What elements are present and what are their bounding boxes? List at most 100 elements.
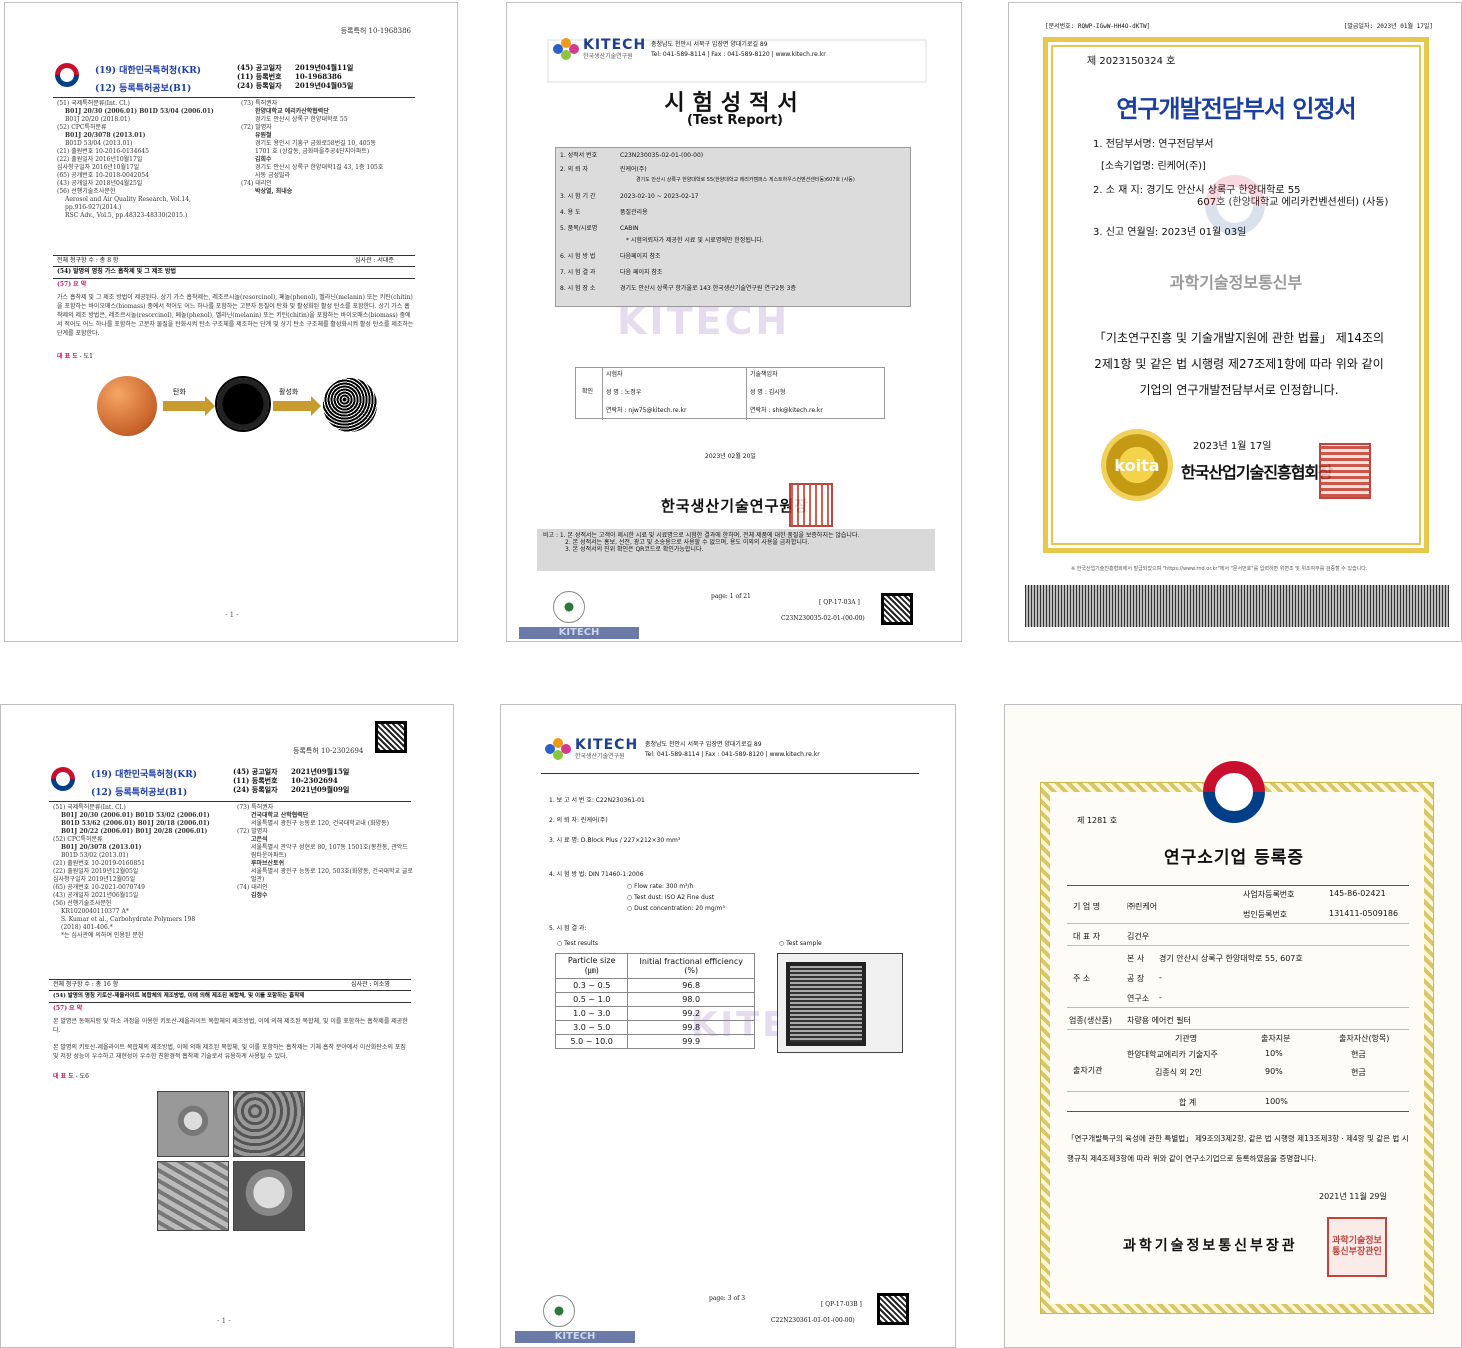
divider (49, 990, 411, 991)
report-code: C22N230361-01-01-(00-00) (771, 1317, 855, 1324)
info-row: * 시험의뢰자가 제공한 시료 및 시료명에만 한정됩니다. (626, 237, 764, 244)
test-report-2[interactable]: KITECH KITECH 한국생산기술연구원 충청남도 천안시 서북구 입장면 … (500, 704, 956, 1348)
investor-1-share: 10% (1265, 1049, 1283, 1058)
qr-code-icon[interactable] (881, 593, 913, 625)
info-row: 6. 시 험 방 법 다음페이지 참조 (560, 253, 661, 260)
test-dust: ○ Test dust: ISO A2 Fine dust (627, 894, 715, 901)
tech-heading: 기술책임자 (750, 371, 778, 378)
meta-row: (11) 등록번호 10-2302694 (233, 776, 338, 785)
page-footer: - 1 - (217, 1317, 231, 1325)
cert-body: 「연구개발특구의 육성에 관한 특별법」 제9조의3제2항, 같은 법 시행령 … (1067, 1134, 1409, 1163)
orange-sphere-image (97, 376, 157, 436)
lab-label: 연구소 (1127, 994, 1150, 1003)
bizno-value: 145-86-02421 (1329, 889, 1386, 898)
kitech-name: KITECH (583, 37, 647, 53)
invention-title: (54) 발명의 명칭 키토산-제올라이트 복합체의 제조방법, 이에 의해 제… (53, 993, 305, 999)
sem-image-a (157, 1091, 229, 1157)
results-table: Particle size (㎛) Initial fractional eff… (554, 953, 755, 1049)
abstract-heading: (57) 요 약 (57, 281, 87, 288)
dust-concentration: ○ Dust concentration: 20 mg/m³ (627, 905, 725, 912)
form-code: [ QP-17-03B ] (821, 1301, 862, 1308)
meta-row: (45) 공고일자 2021년09월15일 (233, 767, 350, 776)
korea-emblem-icon (51, 767, 75, 791)
bizno-label: 사업자등록번호 (1243, 890, 1295, 899)
dept-name: 1. 전담부서명: 연구전담부서 (1093, 139, 1214, 150)
qr-code-icon[interactable] (877, 1293, 909, 1325)
info-row: 3. 시 험 기 간 2023-02-10 ~ 2023-02-17 (560, 193, 699, 200)
flow-rate: ○ Flow rate: 300 m³/h (627, 883, 694, 890)
issuer-name: 한국생산기술연구원장 (661, 497, 810, 515)
abstract-text: 가스 흡착제 및 그 제조 방법이 제공된다. 상기 가스 흡착제는, 레조르시… (57, 294, 414, 337)
report-info-box: 1. 성적서 번호 C23N230035-02-01-(00-00) 2. 의 뢰… (555, 147, 911, 307)
research-company-certificate[interactable]: 제 1281 호 연구소기업 등록증 기 업 명 ㈜린케어 사업자등록번호 14… (1004, 704, 1462, 1348)
divider (53, 255, 415, 256)
kitech-address: 충청남도 천안시 서북구 입장면 양대기로길 89 (651, 41, 768, 48)
rnd-certificate[interactable]: [문서번호: RQWP-IGwW-HH4O-dKTW] [발급일자: 2023년… (1008, 2, 1462, 642)
verification-note: ※ 한국산업기술진흥협회에서 발급되었으며 "https://www.rnd.o… (1071, 566, 1368, 572)
test-method: 4. 시 험 방 법: DIN 71460-1:2006 (549, 871, 644, 878)
ceo-label: 대 표 자 (1073, 932, 1101, 941)
address-label: 주 소 (1073, 974, 1091, 983)
meta-row: (11) 등록번호 10-1968386 (237, 72, 342, 81)
seal-text: 과학기술정보통신부장관인 (1332, 1236, 1382, 1257)
test-report-1[interactable]: KITECH KITECH 한국생산기술연구원 충청남도 천안시 서북구 입장면 … (506, 2, 962, 642)
investor-col-asset: 출자자산(항목) (1339, 1034, 1390, 1043)
report-subtitle: (Test Report) (686, 113, 783, 128)
black-sphere-image (217, 378, 269, 430)
report-number: 1. 보 고 서 번 호: C22N230361-01 (549, 797, 645, 804)
cert-title: 연구개발전담부서 인정서 (1116, 95, 1356, 123)
divider (53, 266, 415, 267)
abstract-text-2: 본 발명의 키토산-제올라이트 복합체의 제조방법, 이에 의해 제조된 복합체… (53, 1044, 406, 1060)
claims-count: 전체 청구항 수 : 총 16 항 (53, 981, 119, 988)
rep-figure-label: 대 표 도 - 도1 (57, 353, 93, 360)
invention-title: (54) 발명의 명칭 가스 흡착제 및 그 제조 방법 (57, 268, 177, 275)
arrow-head-icon (205, 396, 215, 416)
kitech-logo: KITECH 한국생산기술연구원 (545, 737, 638, 761)
business-value: 차량용 에어컨 필터 (1127, 1016, 1191, 1025)
info-row: 2. 의 뢰 자 린케어(주) (560, 166, 647, 173)
korea-emblem-icon (1203, 761, 1265, 823)
cert-issuer: 과학기술정보통신부장관 (1123, 1238, 1298, 1254)
korea-emblem-watermark-icon (1205, 175, 1265, 235)
tester-heading: 시험자 (606, 371, 623, 378)
kitech-logo-icon (553, 38, 579, 60)
company-name: [소속기업명: 린케어(주)] (1101, 161, 1206, 172)
table-row: 3.0 ~ 5.0 99.8 (554, 1020, 755, 1035)
qr-code-icon[interactable] (375, 721, 407, 753)
arrow-label-carbonize: 탄화 (173, 388, 186, 396)
note-3: 3. 본 성적서의 진위 확인은 QR코드로 확인가능합니다. (565, 546, 704, 553)
arrow-head-icon (311, 396, 321, 416)
investor-col-name: 기관명 (1175, 1034, 1198, 1043)
patent-document-2[interactable]: 등록특허 10-2302694 (19) 대한민국특허청(KR) (12) 등록… (0, 704, 454, 1348)
doc-number: [문서번호: RQWP-IGwW-HH4O-dKTW] (1045, 23, 1151, 30)
info-row: 1. 성적서 번호 C23N230035-02-01-(00-00) (560, 152, 704, 159)
pub-type: (12) 등록특허공보(B1) (95, 84, 192, 94)
factory-value: - (1159, 973, 1162, 982)
bib-left: (51) 국제특허분류(Int. Cl.) B01J 20/30 (2006.01… (53, 804, 210, 939)
requester: 2. 의 뢰 자: 린케어(주) (549, 817, 608, 824)
company-label: 기 업 명 (1073, 902, 1101, 911)
meta-row: (24) 등록일자 2021년09월09일 (233, 785, 350, 794)
sem-image-c (157, 1161, 229, 1231)
tech-contact: 연락처 : shk@kitech.re.kr (750, 407, 823, 414)
kitech-footer-logo: KITECH (519, 627, 639, 639)
total-value: 100% (1265, 1097, 1288, 1106)
page-number: page: 3 of 3 (709, 1295, 746, 1302)
note-2: 2. 본 성적서는 홍보, 선전, 광고 및 소송용으로 사용할 수 없으며, … (565, 539, 810, 546)
rep-figure-label: 대 표 도 - 도6 (53, 1073, 89, 1080)
seal-text: koita (1114, 455, 1160, 475)
cert-issuer: 한국산업기술진흥협회장 (1181, 463, 1333, 482)
cert-title: 연구소기업 등록증 (1163, 848, 1305, 868)
korea-emblem-icon (55, 63, 79, 87)
info-row: 7. 시 험 결 과 다음 페이지 참조 (560, 269, 663, 276)
arrow-right-icon (273, 401, 313, 411)
koita-seal-icon: koita (1101, 429, 1173, 501)
divider (49, 1002, 411, 1003)
meta-block: (45) 공고일자 2019년04월11일 (11) 등록번호 10-1968386… (237, 63, 353, 90)
patent-document-1[interactable]: 등록특허 10-1968386 (19) 대한민국특허청(KR) (12) 등록… (4, 2, 458, 642)
info-row: 4. 용 도 품질관리용 (560, 209, 648, 216)
hq-value: 경기 안산시 상록구 한양대학로 55, 607호 (1159, 954, 1303, 963)
meta-block: (45) 공고일자 2021년09월15일 (11) 등록번호 10-2302694… (233, 767, 349, 794)
page-number: page: 1 of 21 (711, 593, 751, 600)
arrow-right-icon (163, 401, 207, 411)
